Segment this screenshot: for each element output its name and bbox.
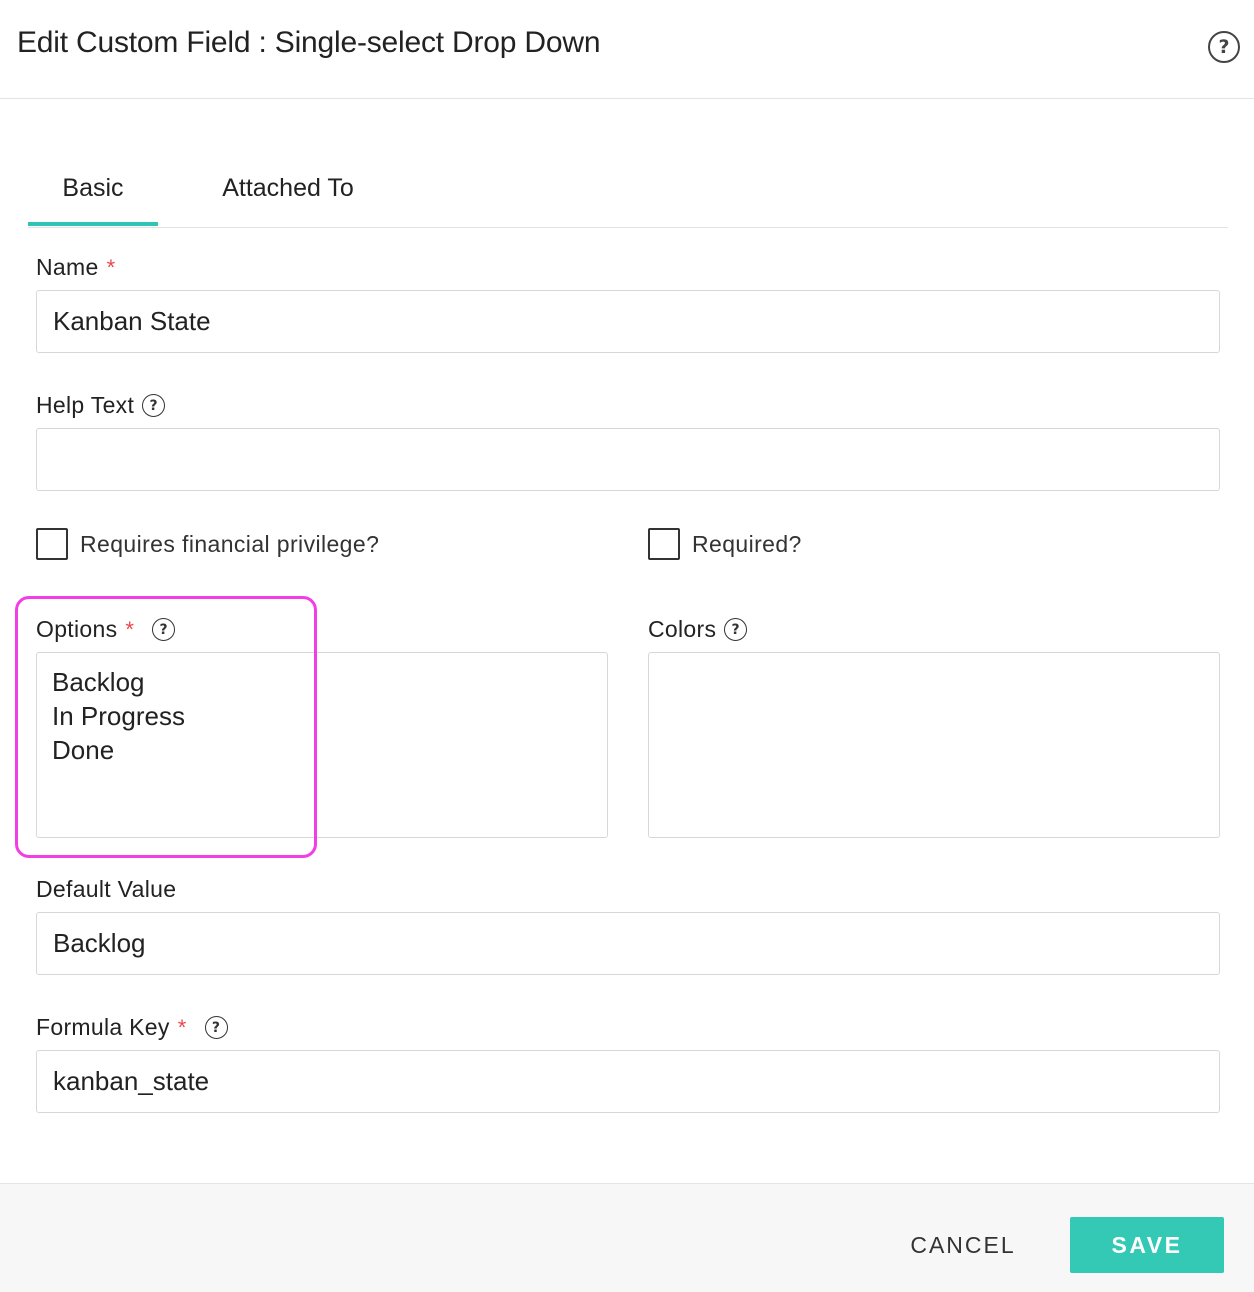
- dialog-title: Edit Custom Field : Single-select Drop D…: [17, 26, 601, 59]
- default-value-label-text: Default Value: [36, 876, 177, 902]
- option-line: In Progress: [52, 701, 185, 731]
- name-label: Name *: [36, 254, 115, 281]
- formula-key-label: Formula Key * ?: [36, 1014, 228, 1041]
- default-value-label: Default Value: [36, 876, 176, 903]
- options-label: Options * ?: [36, 616, 176, 643]
- requires-financial-privilege-row[interactable]: Requires financial privilege?: [36, 528, 379, 560]
- required-asterisk: *: [106, 254, 116, 280]
- formula-key-input[interactable]: kanban_state: [36, 1050, 1220, 1113]
- name-input[interactable]: Kanban State: [36, 290, 1220, 353]
- tab-basic[interactable]: Basic: [28, 150, 158, 226]
- dialog-header: Edit Custom Field : Single-select Drop D…: [0, 0, 1254, 99]
- requires-financial-privilege-label: Requires financial privilege?: [80, 530, 380, 557]
- requires-financial-privilege-checkbox[interactable]: [36, 528, 68, 560]
- colors-textarea[interactable]: [648, 652, 1220, 838]
- tab-bar: Basic Attached To: [28, 150, 1228, 228]
- option-line: Backlog: [52, 667, 145, 697]
- question-circle-icon[interactable]: ?: [1208, 31, 1240, 63]
- help-text-label: Help Text ?: [36, 392, 166, 419]
- colors-label-text: Colors: [648, 616, 717, 642]
- required-asterisk: *: [177, 1014, 187, 1040]
- default-value-input[interactable]: Backlog: [36, 912, 1220, 975]
- question-circle-icon[interactable]: ?: [142, 394, 166, 417]
- options-textarea[interactable]: Backlog In Progress Done: [36, 652, 608, 838]
- question-circle-icon[interactable]: ?: [724, 618, 748, 641]
- required-label: Required?: [692, 530, 802, 557]
- options-label-text: Options: [36, 616, 118, 642]
- help-text-label-text: Help Text: [36, 392, 135, 418]
- active-tab-indicator: [28, 222, 158, 226]
- cancel-button[interactable]: CANCEL: [893, 1220, 1033, 1270]
- option-line: Done: [52, 735, 115, 765]
- required-asterisk: *: [125, 616, 135, 642]
- question-circle-icon[interactable]: ?: [152, 618, 176, 641]
- dialog-footer: CANCEL SAVE: [0, 1183, 1254, 1292]
- help-text-input[interactable]: [36, 428, 1220, 491]
- required-row[interactable]: Required?: [648, 528, 802, 560]
- colors-label: Colors ?: [648, 616, 748, 643]
- question-circle-icon[interactable]: ?: [204, 1016, 228, 1039]
- tab-attached-to[interactable]: Attached To: [198, 150, 378, 226]
- name-label-text: Name: [36, 254, 99, 280]
- required-checkbox[interactable]: [648, 528, 680, 560]
- formula-key-label-text: Formula Key: [36, 1014, 170, 1040]
- save-button[interactable]: SAVE: [1070, 1217, 1224, 1273]
